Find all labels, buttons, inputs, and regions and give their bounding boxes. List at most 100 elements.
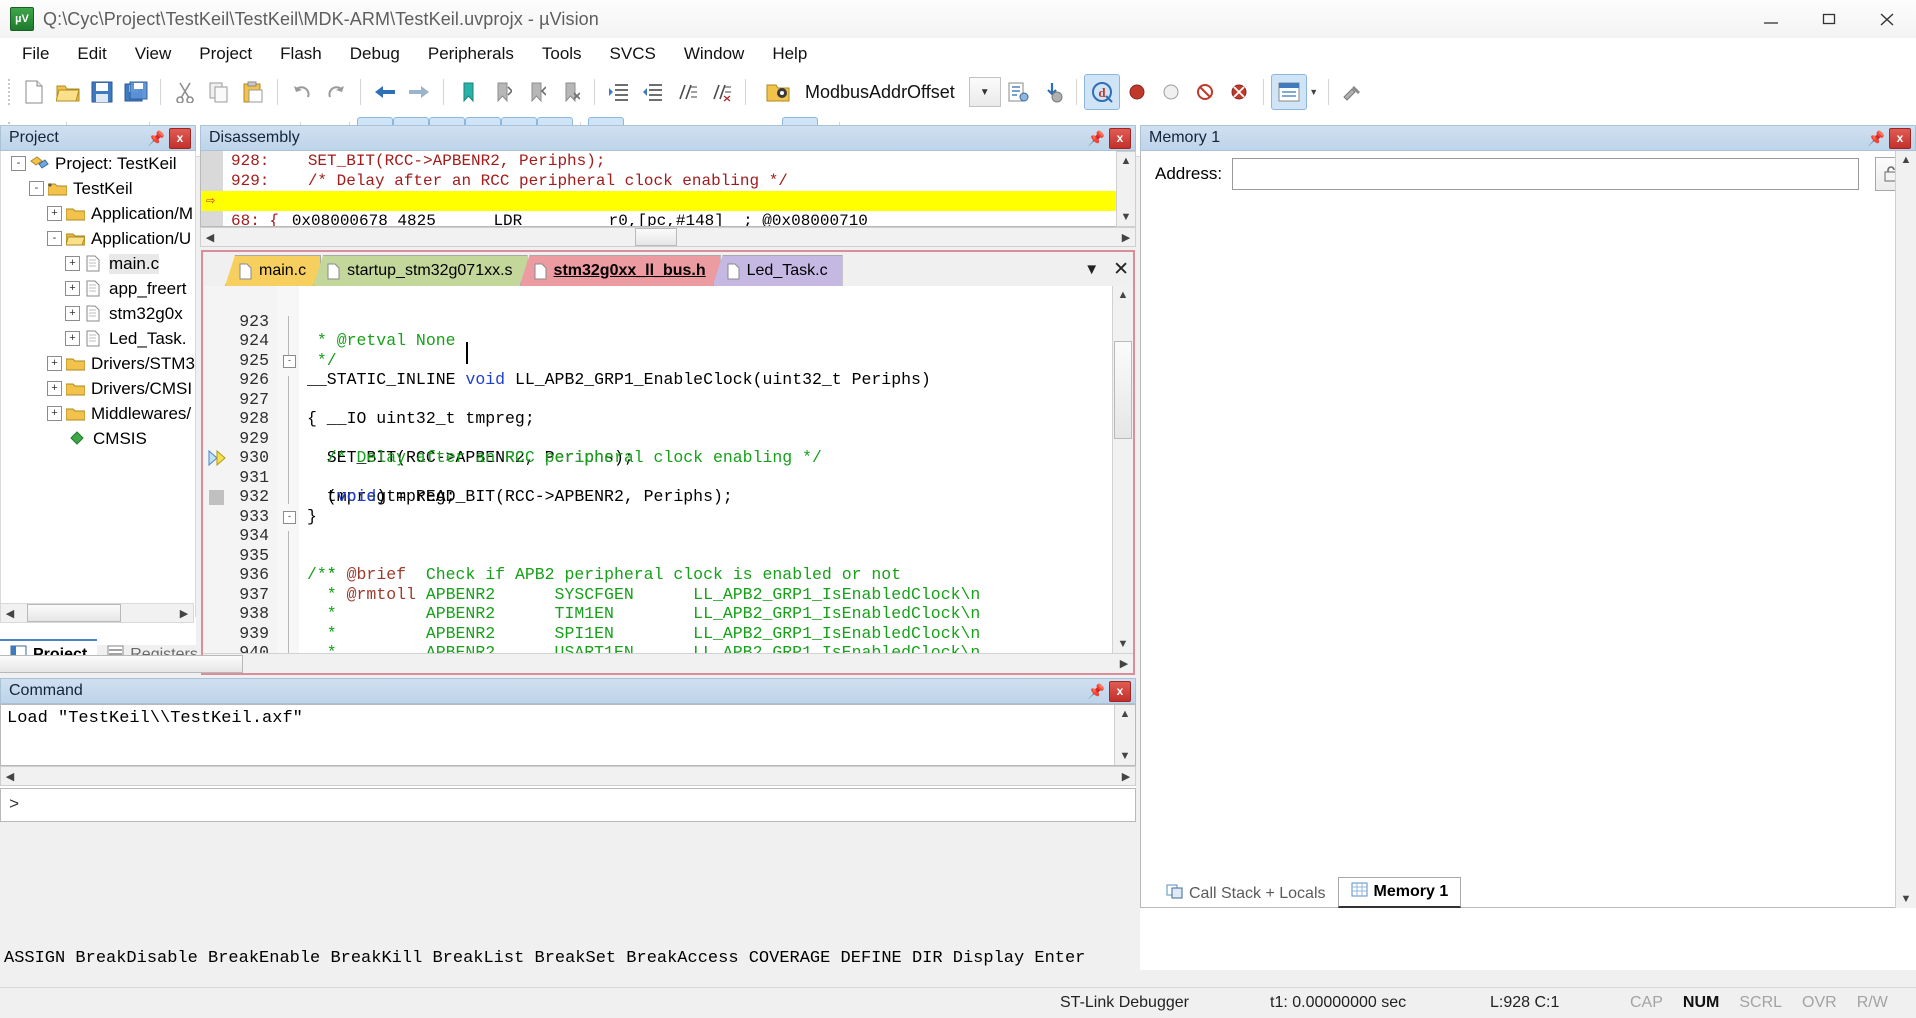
- scroll-right-icon[interactable]: ▶: [1115, 655, 1133, 673]
- scroll-thumb[interactable]: [0, 655, 243, 673]
- tab-memory-1[interactable]: Memory 1: [1338, 877, 1462, 908]
- project-hscrollbar[interactable]: ◀ ▶: [0, 603, 194, 623]
- expander-icon[interactable]: +: [47, 381, 62, 396]
- expander-icon[interactable]: +: [47, 406, 62, 421]
- command-output[interactable]: Load "TestKeil\\TestKeil.axf" ▲ ▼: [0, 704, 1136, 766]
- minimize-icon[interactable]: [1742, 0, 1800, 38]
- tree-item-led-task[interactable]: + Led_Task.: [1, 326, 195, 351]
- fold-toggle-icon[interactable]: -: [283, 355, 296, 368]
- close-icon[interactable]: x: [169, 128, 191, 149]
- scroll-up-icon[interactable]: ▲: [1116, 705, 1134, 723]
- project-tree[interactable]: - Project: TestKeil - TestKeil +: [0, 151, 196, 617]
- cut-icon[interactable]: [168, 75, 202, 109]
- expander-icon[interactable]: +: [47, 356, 62, 371]
- start-stop-debug-icon[interactable]: d: [1084, 74, 1120, 110]
- menu-project[interactable]: Project: [185, 40, 266, 68]
- menu-view[interactable]: View: [121, 40, 186, 68]
- undo-icon[interactable]: [285, 75, 319, 109]
- tree-item-drivers-cmsis[interactable]: + Drivers/CMSI: [1, 376, 195, 401]
- kill-all-breakpoints-icon[interactable]: [1222, 75, 1256, 109]
- scroll-down-icon[interactable]: ▼: [1114, 635, 1132, 653]
- menu-svcs[interactable]: SVCS: [596, 40, 670, 68]
- scroll-right-icon[interactable]: ▶: [1117, 228, 1135, 246]
- editor-hscrollbar[interactable]: ◀ ▶: [203, 653, 1133, 673]
- scroll-down-icon[interactable]: ▼: [1116, 747, 1134, 765]
- scroll-right-icon[interactable]: ▶: [175, 604, 193, 622]
- chevron-down-icon[interactable]: ▼: [1307, 75, 1321, 109]
- memory-body[interactable]: Address:: [1140, 151, 1916, 908]
- disable-all-breakpoints-icon[interactable]: [1188, 75, 1222, 109]
- scroll-thumb[interactable]: [27, 604, 121, 622]
- menu-file[interactable]: File: [8, 40, 63, 68]
- close-icon[interactable]: ✕: [1113, 258, 1129, 281]
- uncomment-icon[interactable]: [704, 75, 738, 109]
- scroll-right-icon[interactable]: ▶: [1117, 767, 1135, 785]
- memory-address-input[interactable]: [1232, 158, 1859, 190]
- disassembly-body[interactable]: 928: SET_BIT(RCC->APBENR2, Periphs); 929…: [200, 151, 1136, 227]
- memory-vscrollbar[interactable]: ▲ ▼: [1895, 151, 1916, 908]
- pin-icon[interactable]: 📌: [1868, 130, 1885, 147]
- tree-item-app-freertos[interactable]: + app_freert: [1, 276, 195, 301]
- editor-tab-main-c[interactable]: main.c: [225, 255, 321, 286]
- fold-toggle-icon[interactable]: -: [283, 511, 296, 524]
- scroll-up-icon[interactable]: ▲: [1897, 151, 1915, 169]
- editor-vscrollbar[interactable]: ▲ ▼: [1112, 286, 1133, 653]
- scroll-up-icon[interactable]: ▲: [1117, 152, 1135, 170]
- tree-item-target[interactable]: - TestKeil: [1, 176, 195, 201]
- menu-edit[interactable]: Edit: [63, 40, 120, 68]
- tree-item-project[interactable]: - Project: TestKeil: [1, 151, 195, 176]
- close-icon[interactable]: x: [1889, 128, 1911, 149]
- tree-item-cmsis[interactable]: CMSIS: [1, 426, 195, 451]
- bookmark-clear-icon[interactable]: [553, 75, 587, 109]
- manage-project-items-icon[interactable]: [1001, 75, 1035, 109]
- close-icon[interactable]: x: [1109, 681, 1131, 702]
- menu-debug[interactable]: Debug: [336, 40, 414, 68]
- tree-item-middlewares[interactable]: + Middlewares/: [1, 401, 195, 426]
- scroll-thumb[interactable]: [1114, 341, 1132, 439]
- new-file-icon[interactable]: [17, 75, 51, 109]
- expander-icon[interactable]: -: [47, 231, 62, 246]
- save-all-icon[interactable]: [119, 75, 153, 109]
- tree-item-application-m[interactable]: + Application/M: [1, 201, 195, 226]
- editor-tab-startup[interactable]: startup_stm32g071xx.s: [313, 255, 527, 286]
- code-area[interactable]: 923 * @retval None 924 */ 925 __STATIC_I…: [203, 286, 1133, 673]
- expander-icon[interactable]: +: [47, 206, 62, 221]
- comment-icon[interactable]: [670, 75, 704, 109]
- tree-item-drivers-stm32[interactable]: + Drivers/STM3: [1, 351, 195, 376]
- menu-tools[interactable]: Tools: [528, 40, 596, 68]
- menu-window[interactable]: Window: [670, 40, 758, 68]
- indent-icon[interactable]: [602, 75, 636, 109]
- expander-icon[interactable]: +: [65, 281, 80, 296]
- menu-flash[interactable]: Flash: [266, 40, 336, 68]
- disable-breakpoint-icon[interactable]: [1154, 75, 1188, 109]
- insert-breakpoint-icon[interactable]: [1120, 75, 1154, 109]
- editor-tab-led-task[interactable]: Led_Task.c: [713, 255, 843, 286]
- disassembly-vscrollbar[interactable]: ▲ ▼: [1116, 151, 1136, 227]
- bookmark-prev-icon[interactable]: [485, 75, 519, 109]
- outdent-icon[interactable]: [636, 75, 670, 109]
- open-file-icon[interactable]: [51, 75, 85, 109]
- bookmark-toggle-icon[interactable]: [451, 75, 485, 109]
- tree-item-main-c[interactable]: + main.c: [1, 251, 195, 276]
- expander-icon[interactable]: -: [11, 156, 26, 171]
- disassembly-hscrollbar[interactable]: ◀ ▶: [200, 227, 1136, 247]
- command-hscrollbar[interactable]: ◀ ▶: [0, 766, 1136, 786]
- pin-icon[interactable]: 📌: [1088, 130, 1105, 147]
- pack-installer-icon[interactable]: [1035, 75, 1069, 109]
- maximize-icon[interactable]: [1800, 0, 1858, 38]
- target-options-combo[interactable]: ModbusAddrOffset ▼: [753, 77, 1001, 107]
- pin-icon[interactable]: 📌: [148, 130, 165, 147]
- chevron-down-icon[interactable]: ▼: [969, 77, 1001, 107]
- target-options-icon[interactable]: [761, 75, 795, 109]
- chevron-down-icon[interactable]: ▼: [1084, 261, 1099, 278]
- navigate-forward-icon[interactable]: [402, 75, 436, 109]
- command-vscrollbar[interactable]: ▲ ▼: [1114, 705, 1135, 765]
- scroll-left-icon[interactable]: ◀: [1, 767, 19, 785]
- menu-help[interactable]: Help: [758, 40, 821, 68]
- scroll-down-icon[interactable]: ▼: [1117, 208, 1135, 226]
- save-icon[interactable]: [85, 75, 119, 109]
- scroll-up-icon[interactable]: ▲: [1114, 286, 1132, 304]
- close-icon[interactable]: [1858, 0, 1916, 38]
- tree-item-stm32g0xx[interactable]: + stm32g0x: [1, 301, 195, 326]
- tab-call-stack-locals[interactable]: Call Stack + Locals: [1154, 880, 1338, 908]
